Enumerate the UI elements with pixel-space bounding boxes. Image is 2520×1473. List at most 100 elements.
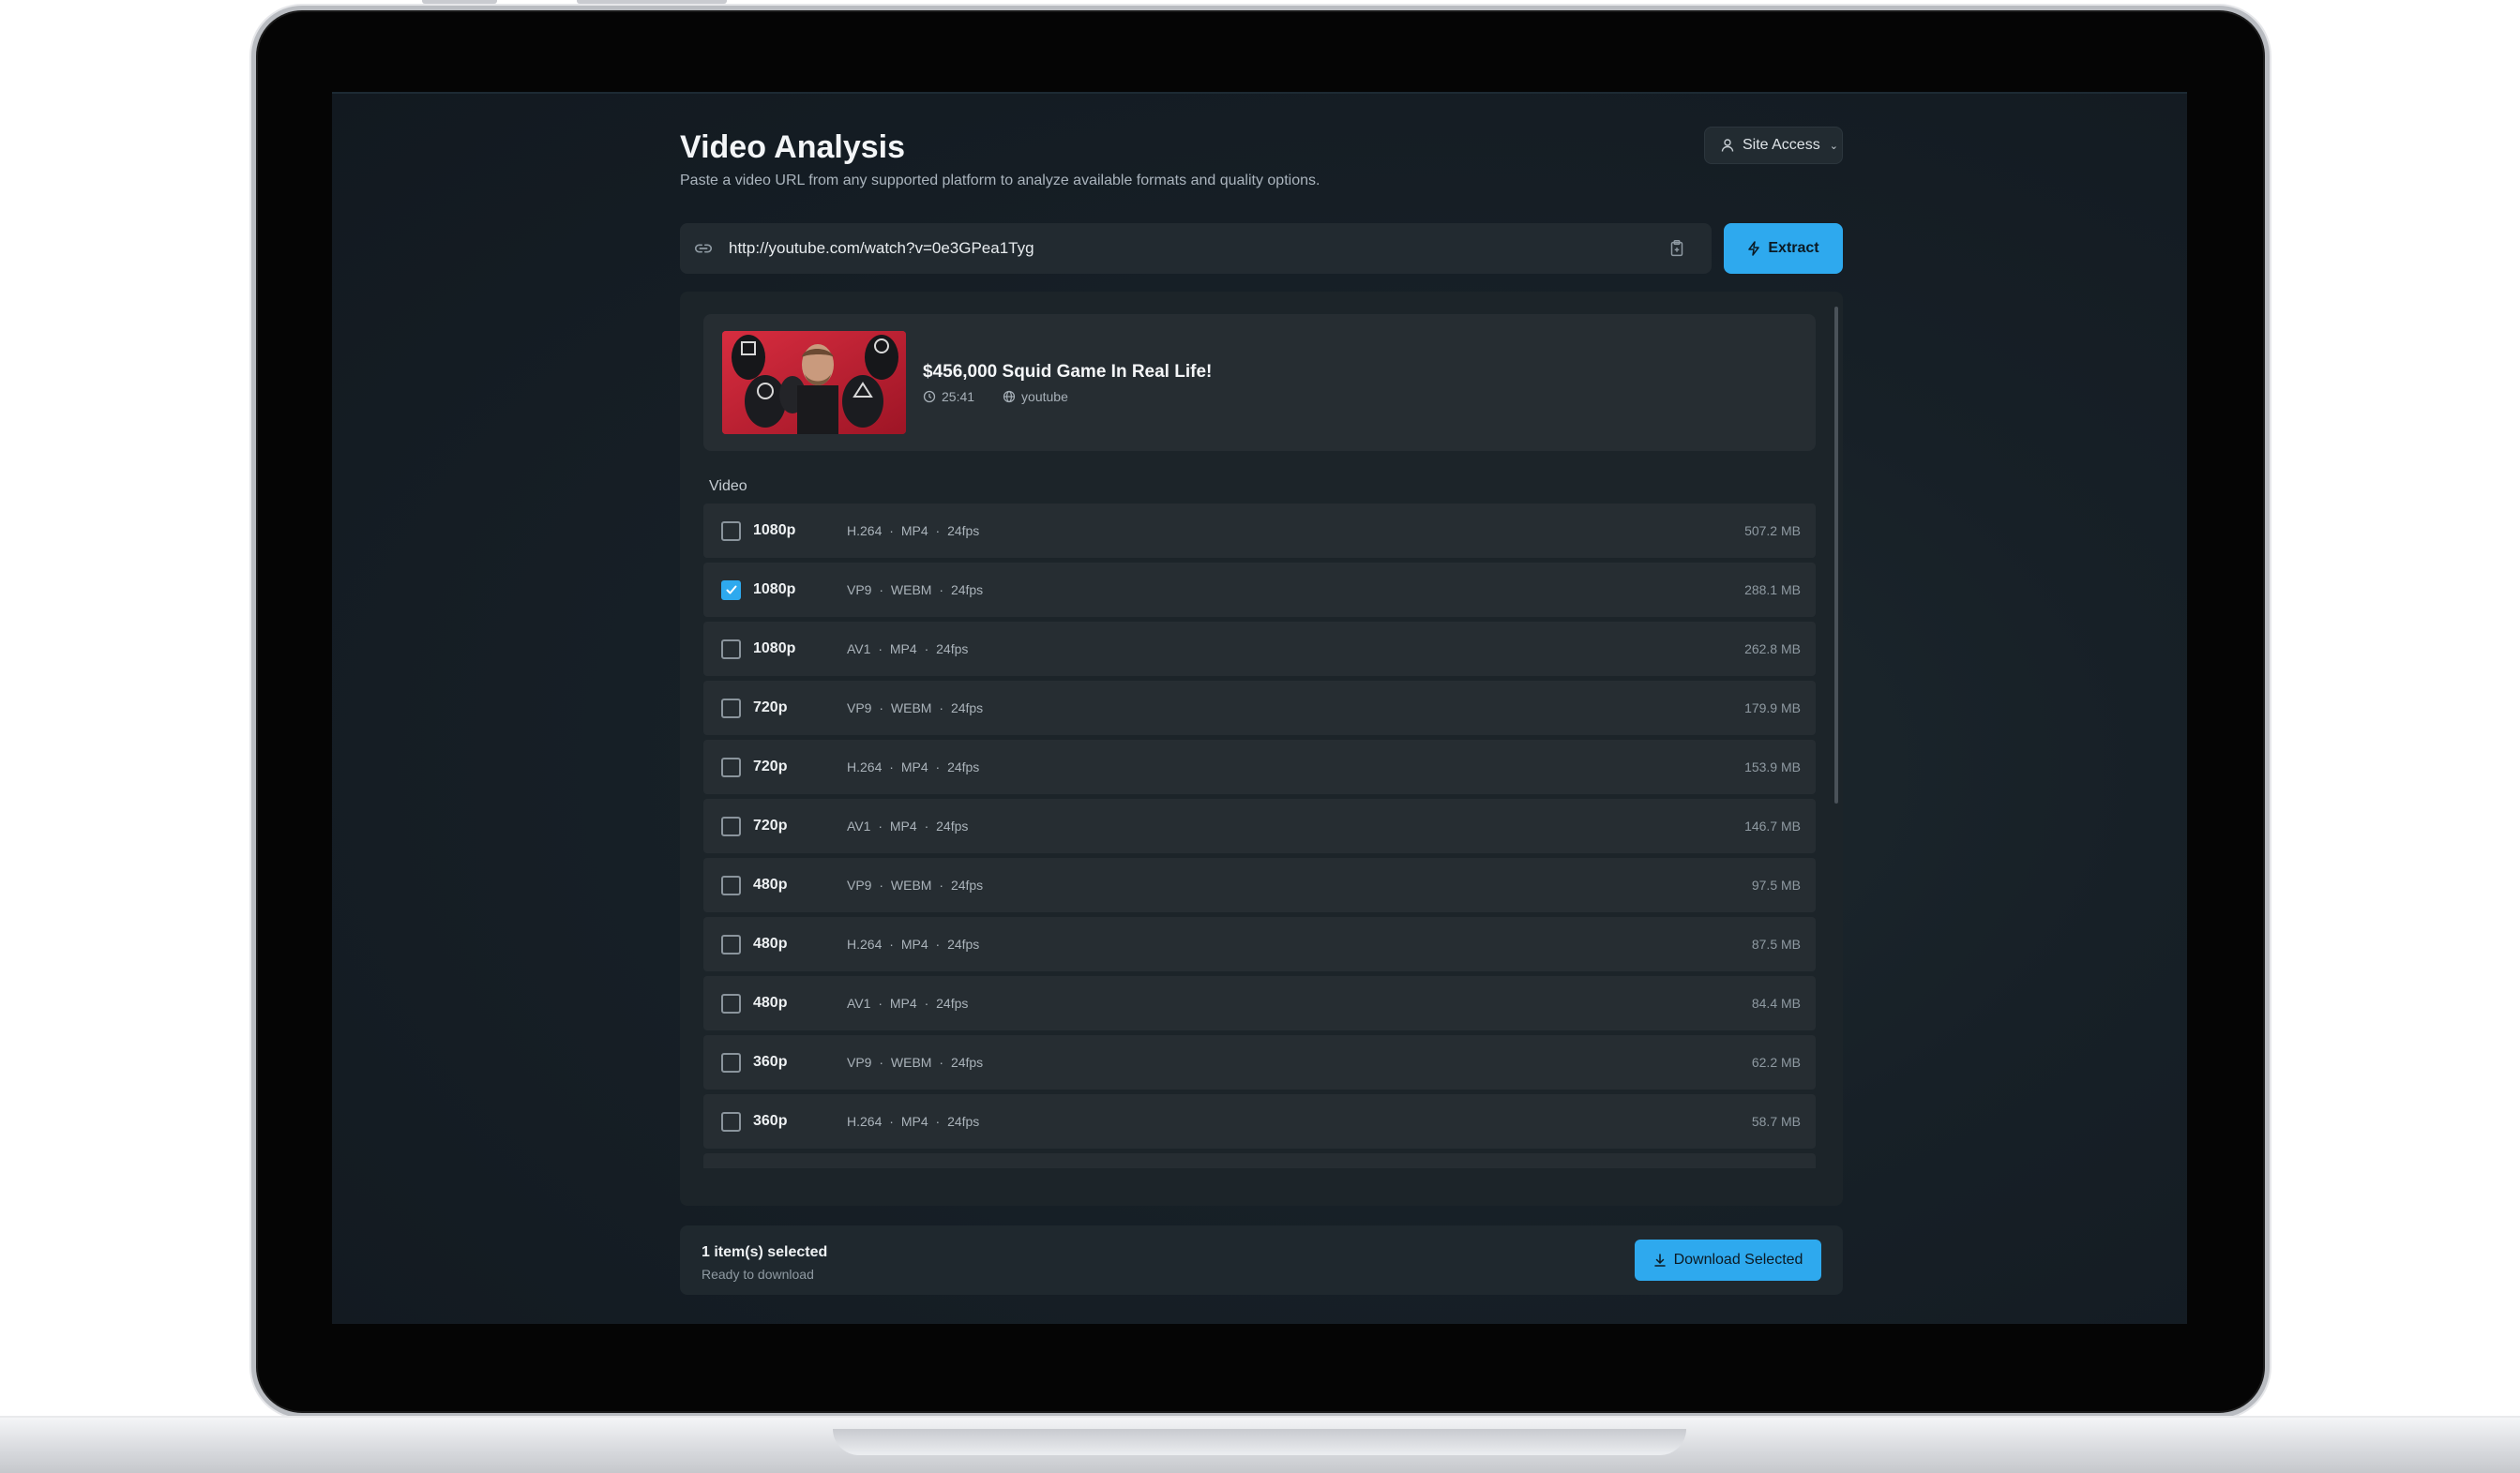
- format-codec: H.264: [847, 937, 883, 952]
- page-title: Video Analysis: [680, 129, 905, 165]
- video-platform: youtube: [1021, 389, 1068, 404]
- format-row[interactable]: 720p VP9 · WEBM · 24fps 179.9 MB: [703, 681, 1816, 735]
- panel-bottom-edge: [680, 1168, 1843, 1206]
- format-codec: AV1: [847, 996, 871, 1011]
- format-fps: 24fps: [947, 523, 980, 538]
- clock-icon: [923, 390, 936, 403]
- format-size: 507.2 MB: [1744, 523, 1801, 538]
- format-checkbox[interactable]: [721, 579, 741, 600]
- format-fps: 24fps: [947, 759, 980, 774]
- format-fps: 24fps: [936, 996, 969, 1011]
- video-thumbnail: [722, 331, 906, 434]
- format-checkbox[interactable]: [721, 698, 741, 718]
- video-meta: 25:41 youtube: [923, 389, 1068, 404]
- format-row[interactable]: 1080p AV1 · MP4 · 24fps 262.8 MB: [703, 622, 1816, 676]
- format-resolution: 360p: [753, 1054, 788, 1070]
- download-label: Download Selected: [1673, 1252, 1803, 1268]
- page-subtitle: Paste a video URL from any supported pla…: [680, 173, 1320, 188]
- globe-icon: [1003, 390, 1016, 403]
- format-details: H.264 · MP4 · 24fps: [847, 523, 980, 538]
- format-fps: 24fps: [950, 582, 984, 597]
- format-checkbox[interactable]: [721, 1111, 741, 1132]
- format-checkbox[interactable]: [721, 757, 741, 777]
- video-info-card: $456,000 Squid Game In Real Life! 25:41 …: [703, 314, 1816, 451]
- format-resolution: 360p: [753, 1113, 788, 1129]
- format-details: AV1 · MP4 · 24fps: [847, 819, 969, 834]
- paste-icon[interactable]: [1667, 238, 1687, 259]
- format-row[interactable]: 360p VP9 · WEBM · 24fps 62.2 MB: [703, 1035, 1816, 1090]
- section-label-video: Video: [709, 478, 747, 494]
- format-codec: H.264: [847, 523, 883, 538]
- url-input[interactable]: [729, 239, 1667, 258]
- format-checkbox[interactable]: [721, 993, 741, 1014]
- format-size: 146.7 MB: [1744, 819, 1801, 834]
- format-container: WEBM: [890, 700, 932, 715]
- format-size: 262.8 MB: [1744, 641, 1801, 656]
- format-size: 62.2 MB: [1751, 1055, 1801, 1070]
- format-checkbox[interactable]: [721, 875, 741, 895]
- format-codec: AV1: [847, 819, 871, 834]
- format-container: MP4: [889, 996, 917, 1011]
- laptop-notch: [833, 1429, 1686, 1455]
- chevron-down-icon: ⌄: [1829, 140, 1838, 152]
- scrollbar[interactable]: [1834, 307, 1838, 804]
- format-row[interactable]: 1080p VP9 · WEBM · 24fps 288.1 MB: [703, 563, 1816, 617]
- format-checkbox[interactable]: [721, 816, 741, 836]
- download-selected-button[interactable]: Download Selected: [1635, 1240, 1821, 1281]
- link-icon: [694, 244, 713, 253]
- download-icon: [1653, 1254, 1666, 1267]
- format-fps: 24fps: [936, 819, 969, 834]
- format-container: MP4: [900, 523, 928, 538]
- format-resolution: 1080p: [753, 581, 796, 597]
- format-container: MP4: [889, 641, 917, 656]
- format-checkbox[interactable]: [721, 1052, 741, 1073]
- video-duration: 25:41: [942, 389, 975, 404]
- format-codec: VP9: [847, 878, 872, 893]
- format-resolution: 480p: [753, 877, 788, 893]
- site-access-label: Site Access: [1743, 137, 1820, 153]
- format-details: H.264 · MP4 · 24fps: [847, 1114, 980, 1129]
- format-row[interactable]: 720p AV1 · MP4 · 24fps 146.7 MB: [703, 799, 1816, 853]
- site-access-button[interactable]: Site Access ⌄: [1704, 127, 1843, 164]
- extract-button[interactable]: Extract: [1724, 223, 1843, 274]
- selection-footer: 1 item(s) selected Ready to download Dow…: [680, 1225, 1843, 1295]
- format-size: 288.1 MB: [1744, 582, 1801, 597]
- format-codec: H.264: [847, 1114, 883, 1129]
- user-icon: [1721, 139, 1734, 152]
- format-row[interactable]: 720p H.264 · MP4 · 24fps 153.9 MB: [703, 740, 1816, 794]
- format-row[interactable]: 480p VP9 · WEBM · 24fps 97.5 MB: [703, 858, 1816, 912]
- format-row[interactable]: 1080p H.264 · MP4 · 24fps 507.2 MB: [703, 504, 1816, 558]
- lid-hinge: [577, 0, 727, 4]
- format-size: 179.9 MB: [1744, 700, 1801, 715]
- format-codec: VP9: [847, 582, 872, 597]
- format-container: WEBM: [890, 878, 932, 893]
- format-checkbox[interactable]: [721, 520, 741, 541]
- format-checkbox[interactable]: [721, 934, 741, 954]
- format-resolution: 720p: [753, 818, 788, 834]
- selection-count: 1 item(s) selected: [702, 1244, 828, 1260]
- format-row[interactable]: 480p H.264 · MP4 · 24fps 87.5 MB: [703, 917, 1816, 971]
- format-details: AV1 · MP4 · 24fps: [847, 996, 969, 1011]
- check-icon: [726, 585, 736, 594]
- format-row[interactable]: 480p AV1 · MP4 · 24fps 84.4 MB: [703, 976, 1816, 1030]
- url-input-container: [680, 223, 1712, 274]
- format-container: MP4: [900, 937, 928, 952]
- format-container: MP4: [900, 1114, 928, 1129]
- selection-status: Ready to download: [702, 1267, 814, 1282]
- format-container: MP4: [900, 759, 928, 774]
- format-fps: 24fps: [947, 1114, 980, 1129]
- format-fps: 24fps: [950, 878, 984, 893]
- format-details: VP9 · WEBM · 24fps: [847, 1055, 984, 1070]
- video-analysis-app: Video Analysis Paste a video URL from an…: [680, 92, 2175, 1324]
- lightning-icon: [1748, 241, 1760, 256]
- format-details: AV1 · MP4 · 24fps: [847, 641, 969, 656]
- format-size: 97.5 MB: [1751, 878, 1801, 893]
- format-row[interactable]: 360p H.264 · MP4 · 24fps 58.7 MB: [703, 1094, 1816, 1149]
- format-checkbox[interactable]: [721, 639, 741, 659]
- app-screen: Video Analysis Paste a video URL from an…: [332, 92, 2187, 1324]
- results-panel[interactable]: $456,000 Squid Game In Real Life! 25:41 …: [680, 292, 1843, 1206]
- format-resolution: 720p: [753, 699, 788, 715]
- lid-hinge: [422, 0, 497, 4]
- format-details: H.264 · MP4 · 24fps: [847, 759, 980, 774]
- format-resolution: 720p: [753, 759, 788, 774]
